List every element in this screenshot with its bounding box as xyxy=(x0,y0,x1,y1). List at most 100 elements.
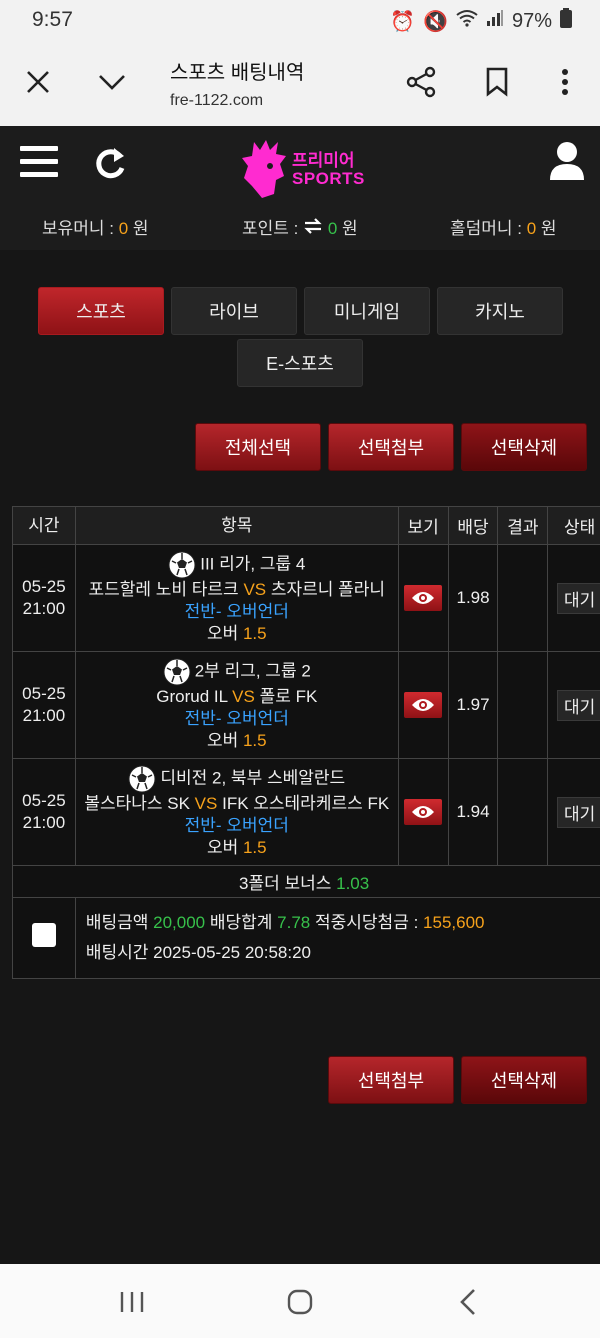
tab-minigame[interactable]: 미니게임 xyxy=(304,287,430,335)
eye-icon[interactable] xyxy=(404,585,443,611)
pick-line-value: 1.5 xyxy=(242,731,267,750)
table-row: 05-25 21:00 2부 리그, 그룹 2 Grorud IL VS 폴로 … xyxy=(12,651,600,759)
amount-label: 배팅금액 xyxy=(85,913,149,932)
pick-line: 오버 1.5 xyxy=(76,837,397,859)
battery-percent: 97% xyxy=(511,9,552,32)
page-url[interactable]: fre-1122.com xyxy=(170,92,263,110)
bookmark-icon[interactable] xyxy=(477,62,517,102)
refresh-icon[interactable] xyxy=(90,144,130,184)
state-cell: 대기 xyxy=(547,758,600,866)
win-amount-value: 155,600 xyxy=(423,913,485,932)
table-row: 05-25 21:00 디비전 2, 북부 스베알란드 볼스타나스 SK VS … xyxy=(12,758,600,866)
market-name: 전반- 오버언더 xyxy=(184,709,289,728)
bet-item: 2부 리그, 그룹 2 Grorud IL VS 폴로 FK 전반- 오버언더 … xyxy=(74,651,399,759)
delete-selected-button-bottom[interactable]: 선택삭제 xyxy=(461,1056,587,1104)
result-cell xyxy=(497,544,549,652)
holdem-money: 홀덤머니 : 0 원 xyxy=(450,214,557,239)
system-nav-bar xyxy=(0,1264,600,1338)
bet-datetime: 05-25 21:00 xyxy=(12,651,76,759)
eye-icon[interactable] xyxy=(404,692,443,718)
odds-value: 1.97 xyxy=(447,651,499,759)
home-team: Grorud IL xyxy=(156,687,228,706)
tab-sports[interactable]: 스포츠 xyxy=(38,287,164,335)
header-result: 결과 xyxy=(497,506,549,545)
point-label: 포인트 : xyxy=(242,219,304,238)
match-line: 볼스타나스 SK VS IFK 오스테라케르스 FK xyxy=(76,793,397,815)
back-icon[interactable] xyxy=(448,1286,488,1318)
result-cell xyxy=(497,651,549,759)
bonus-value: 1.03 xyxy=(336,874,370,893)
pick-line-value: 1.5 xyxy=(242,838,267,857)
away-team: 폴로 FK xyxy=(259,687,318,706)
view-cell xyxy=(397,651,449,759)
bet-time-label: 배팅시간 xyxy=(85,943,149,962)
summary-line-1: 배팅금액 20,000 배당합계 7.78 적중시당첨금 : 155,600 xyxy=(86,908,600,938)
view-cell xyxy=(397,544,449,652)
vs-label: VS xyxy=(194,794,218,813)
holding-money-value: 0 xyxy=(118,219,129,238)
odds-value: 1.98 xyxy=(447,544,499,652)
tab-casino[interactable]: 카지노 xyxy=(437,287,563,335)
user-icon[interactable] xyxy=(548,140,586,182)
odds-value: 1.94 xyxy=(447,758,499,866)
browser-toolbar: 스포츠 배팅내역 fre-1122.com xyxy=(0,40,600,126)
table-header-row: 시간 항목 보기 배당 결과 상태 xyxy=(12,506,600,545)
attach-selected-button[interactable]: 선택첨부 xyxy=(328,423,454,471)
away-team: IFK 오스테라케르스 FK xyxy=(222,794,390,813)
share-icon[interactable] xyxy=(401,62,441,102)
soccer-ball-icon xyxy=(168,551,196,579)
bet-date: 05-25 xyxy=(22,684,66,703)
tab-live[interactable]: 라이브 xyxy=(171,287,297,335)
close-icon[interactable] xyxy=(18,62,58,102)
win-amount-label: 적중시당첨금 : xyxy=(315,913,419,932)
holding-money: 보유머니 : 0 원 xyxy=(42,214,149,239)
point-value: 0 xyxy=(327,219,338,238)
market-name: 전반- 오버언더 xyxy=(184,816,289,835)
site-logo[interactable]: 프리미어 SPORTS xyxy=(240,136,370,202)
mute-icon: 🔇 xyxy=(423,10,448,33)
league-line: III 리가, 그룹 4 xyxy=(76,551,397,579)
attach-selected-button-bottom[interactable]: 선택첨부 xyxy=(328,1056,454,1104)
header-view: 보기 xyxy=(397,506,449,545)
total-odds-label: 배당합계 xyxy=(209,913,273,932)
holdem-money-unit: 원 xyxy=(536,219,557,238)
recent-apps-icon[interactable] xyxy=(112,1286,152,1318)
home-icon[interactable] xyxy=(280,1286,320,1318)
balance-row: 보유머니 : 0 원 포인트 : 0 원 홀덤머니 : 0 원 xyxy=(0,214,600,242)
eye-icon[interactable] xyxy=(404,799,443,825)
status-badge: 대기 xyxy=(556,689,600,721)
header-state: 상태 xyxy=(547,506,600,545)
header-odds: 배당 xyxy=(447,506,499,545)
status-icons: ⏰ 🔇 97% xyxy=(390,8,572,34)
market-name: 전반- 오버언더 xyxy=(184,602,289,621)
league-name: 디비전 2, 북부 스베알란드 xyxy=(160,768,346,788)
tab-esports[interactable]: E-스포츠 xyxy=(237,339,363,387)
bet-select-checkbox[interactable] xyxy=(31,923,56,947)
bet-date: 05-25 xyxy=(22,791,66,810)
menu-icon[interactable] xyxy=(20,146,58,180)
chevron-down-icon[interactable] xyxy=(92,62,132,102)
pick-line: 오버 1.5 xyxy=(76,623,397,645)
bet-time: 21:00 xyxy=(22,599,66,618)
logo-text-en: SPORTS xyxy=(292,169,365,188)
summary-cell: 배팅금액 20,000 배당합계 7.78 적중시당첨금 : 155,600 배… xyxy=(74,897,600,979)
more-icon[interactable] xyxy=(545,62,585,102)
bonus-row: 3폴더 보너스 1.03 xyxy=(12,865,600,898)
bet-item: III 리가, 그룹 4 포드할레 노비 타르크 VS 츠자르니 폴라니 전반-… xyxy=(74,544,399,652)
state-cell: 대기 xyxy=(547,651,600,759)
bonus-label: 3폴더 보너스 xyxy=(239,874,332,893)
bet-item: 디비전 2, 북부 스베알란드 볼스타나스 SK VS IFK 오스테라케르스 … xyxy=(74,758,399,866)
delete-selected-button[interactable]: 선택삭제 xyxy=(461,423,587,471)
vs-label: VS xyxy=(232,687,255,706)
state-cell: 대기 xyxy=(547,544,600,652)
point-balance[interactable]: 포인트 : 0 원 xyxy=(242,214,358,239)
page-title: 스포츠 배팅내역 xyxy=(170,62,305,84)
select-all-button[interactable]: 전체선택 xyxy=(195,423,321,471)
bet-history-table: 시간 항목 보기 배당 결과 상태 05-25 21:00 III 리가, 그룹… xyxy=(12,506,600,979)
summary-line-2: 배팅시간 2025-05-25 20:58:20 xyxy=(86,938,600,968)
signal-icon xyxy=(486,9,504,33)
soccer-ball-icon xyxy=(128,765,156,793)
home-team: 볼스타나스 SK xyxy=(84,794,190,813)
bet-time: 21:00 xyxy=(22,706,66,725)
battery-icon xyxy=(560,8,572,34)
